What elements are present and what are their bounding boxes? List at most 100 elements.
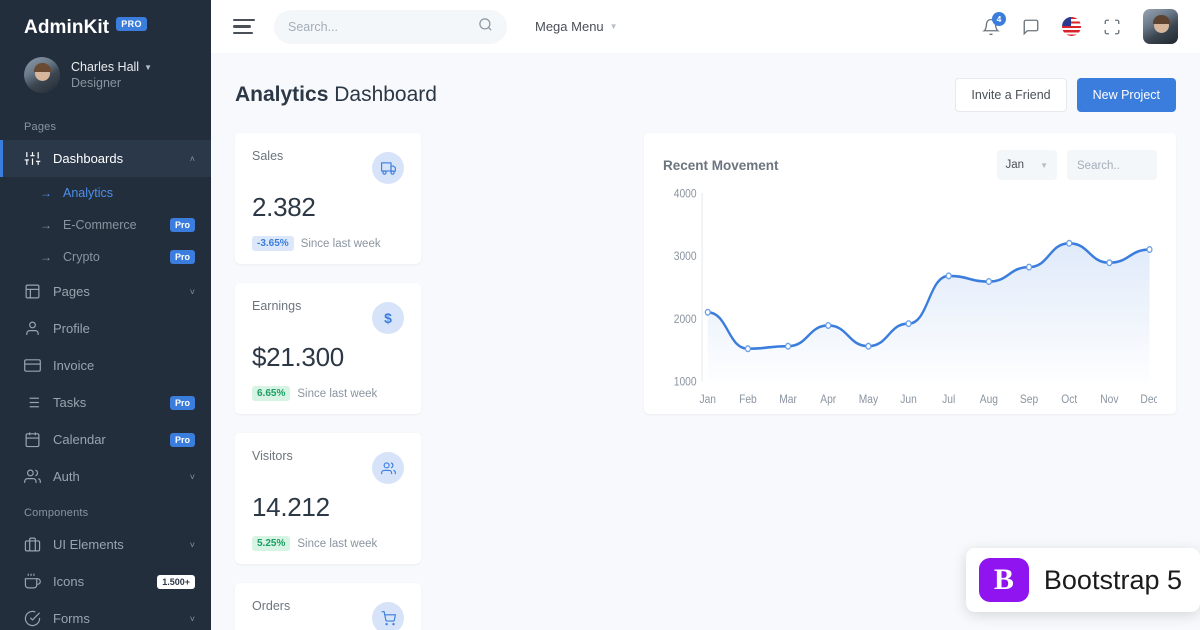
stat-value: 14.212 — [252, 492, 330, 522]
stat-note: Since last week — [297, 537, 378, 550]
brand-logo[interactable]: AdminKit PRO — [0, 0, 211, 39]
messages-icon[interactable] — [1022, 18, 1040, 36]
search-icon[interactable] — [478, 17, 493, 37]
sidebar-subitem-label: Crypto — [63, 250, 100, 264]
sidebar-user-name: Charles Hall ▼ — [71, 60, 152, 74]
sidebar-item-label: Pages — [53, 284, 90, 299]
users-icon — [24, 468, 41, 485]
sidebar-item-icons[interactable]: Icons 1.500+ — [0, 563, 211, 600]
svg-text:3000: 3000 — [674, 251, 697, 264]
sidebar-toggle-icon[interactable] — [233, 18, 255, 35]
svg-text:Sep: Sep — [1020, 393, 1038, 406]
app-root: AdminKit PRO Charles Hall ▼ Designer Pag… — [0, 0, 1200, 630]
sidebar-item-label: Dashboards — [53, 151, 124, 166]
stat-cards: Sales 2.382 -3.65% Since last week Earni… — [235, 133, 625, 630]
search-input[interactable] — [288, 19, 470, 34]
sidebar-item-tasks[interactable]: Tasks Pro — [0, 384, 211, 421]
dollar-icon: $ — [372, 302, 404, 334]
svg-text:Jan: Jan — [699, 393, 716, 406]
sidebar-item-calendar[interactable]: Calendar Pro — [0, 421, 211, 458]
stat-card-orders[interactable]: Orders 64 -2.25% Since last week — [235, 583, 421, 630]
sliders-icon — [24, 150, 41, 167]
svg-text:Dec: Dec — [1140, 393, 1157, 406]
sidebar-item-invoice[interactable]: Invoice — [0, 347, 211, 384]
svg-text:May: May — [859, 393, 879, 406]
count-badge: 1.500+ — [157, 574, 195, 589]
pro-badge: Pro — [169, 432, 195, 447]
sidebar-item-pages[interactable]: Pages ˅ — [0, 273, 211, 310]
sidebar-item-auth[interactable]: Auth ˅ — [0, 458, 211, 495]
sidebar-item-analytics[interactable]: → Analytics — [0, 177, 211, 209]
chevron-down-icon: ˅ — [189, 471, 195, 482]
sidebar-user[interactable]: Charles Hall ▼ Designer — [0, 39, 211, 109]
sidebar-item-label: Calendar — [53, 432, 106, 447]
sidebar-item-ui-elements[interactable]: UI Elements ˅ — [0, 526, 211, 563]
svg-text:Feb: Feb — [739, 393, 757, 406]
notifications-bell-icon[interactable]: 4 — [982, 11, 1006, 36]
stat-note: Since last week — [300, 237, 381, 250]
arrow-right-icon: → — [40, 250, 52, 264]
stat-note: Since last week — [297, 387, 378, 400]
sidebar-item-label: Icons — [53, 574, 85, 589]
sidebar-item-crypto[interactable]: → Crypto Pro — [0, 241, 211, 273]
chevron-down-icon: ▼ — [609, 22, 618, 31]
sidebar-item-profile[interactable]: Profile — [0, 310, 211, 347]
svg-text:Oct: Oct — [1061, 393, 1078, 406]
users-icon — [372, 452, 404, 484]
list-icon — [24, 394, 41, 411]
page-actions: Invite a Friend New Project — [955, 78, 1176, 112]
sidebar-item-dashboards[interactable]: Dashboards ˄ — [0, 140, 211, 177]
sidebar-item-forms[interactable]: Forms ˅ — [0, 600, 211, 630]
chart-search-input[interactable] — [1077, 160, 1147, 172]
mega-menu-label: Mega Menu — [535, 19, 604, 34]
invite-friend-button[interactable]: Invite a Friend — [955, 78, 1067, 112]
sidebar: AdminKit PRO Charles Hall ▼ Designer Pag… — [0, 0, 211, 630]
sidebar-subitem-label: Analytics — [63, 186, 114, 200]
mega-menu-dropdown[interactable]: Mega Menu ▼ — [535, 19, 618, 34]
chevron-down-icon: ▼ — [1040, 160, 1048, 170]
stat-card-visitors[interactable]: Visitors 14.212 5.25% Since last week — [235, 433, 421, 564]
sidebar-item-label: Auth — [53, 469, 80, 484]
search-box[interactable] — [274, 9, 507, 44]
language-flag-icon[interactable] — [1062, 17, 1081, 36]
sidebar-item-label: Tasks — [53, 395, 87, 410]
fullscreen-icon[interactable] — [1103, 18, 1121, 36]
card-title: Recent Movement — [663, 157, 779, 173]
arrow-right-icon: → — [40, 186, 52, 200]
new-project-button[interactable]: New Project — [1076, 78, 1176, 112]
page-content: Analytics Dashboard Invite a Friend New … — [211, 53, 1200, 630]
chevron-down-icon: ˅ — [189, 286, 195, 297]
bootstrap-badge-text: Bootstrap 5 — [1043, 564, 1182, 595]
page-title-bold: Analytics — [235, 83, 329, 106]
stat-card-earnings[interactable]: Earnings $ $21.300 6.65% Since last week — [235, 283, 421, 414]
briefcase-icon — [24, 536, 41, 553]
stat-change-chip: -3.65% — [252, 236, 294, 251]
svg-text:Jun: Jun — [900, 393, 917, 406]
sidebar-item-label: Forms — [53, 611, 90, 626]
stat-value: 2.382 — [252, 192, 316, 222]
month-select[interactable]: Jan ▼ — [996, 150, 1057, 180]
stat-label: Orders — [252, 599, 291, 613]
brand-name: AdminKit — [24, 17, 110, 38]
pro-badge: Pro — [169, 395, 195, 410]
bootstrap-badge: B Bootstrap 5 — [965, 548, 1200, 612]
sidebar-item-ecommerce[interactable]: → E-Commerce Pro — [0, 209, 211, 241]
shopping-cart-icon — [372, 602, 404, 630]
chevron-up-icon: ˄ — [189, 153, 195, 164]
user-name-text: Charles Hall — [71, 60, 140, 74]
navbar-avatar[interactable] — [1143, 9, 1178, 44]
user-icon — [24, 320, 41, 337]
pro-badge: Pro — [169, 218, 195, 232]
sidebar-item-label: Invoice — [53, 358, 95, 373]
svg-text:Jul: Jul — [942, 393, 955, 406]
sidebar-item-label: Profile — [53, 321, 90, 336]
stat-card-sales[interactable]: Sales 2.382 -3.65% Since last week — [235, 133, 421, 264]
sidebar-section-pages: Pages — [24, 121, 57, 133]
stat-change-chip: 6.65% — [252, 386, 291, 401]
chevron-down-icon: ▼ — [144, 62, 153, 72]
stat-value: $21.300 — [252, 342, 344, 372]
top-navbar: Mega Menu ▼ 4 — [211, 0, 1200, 53]
svg-text:2000: 2000 — [674, 313, 697, 326]
chart-search-box[interactable] — [1067, 150, 1157, 180]
calendar-icon — [24, 431, 41, 448]
